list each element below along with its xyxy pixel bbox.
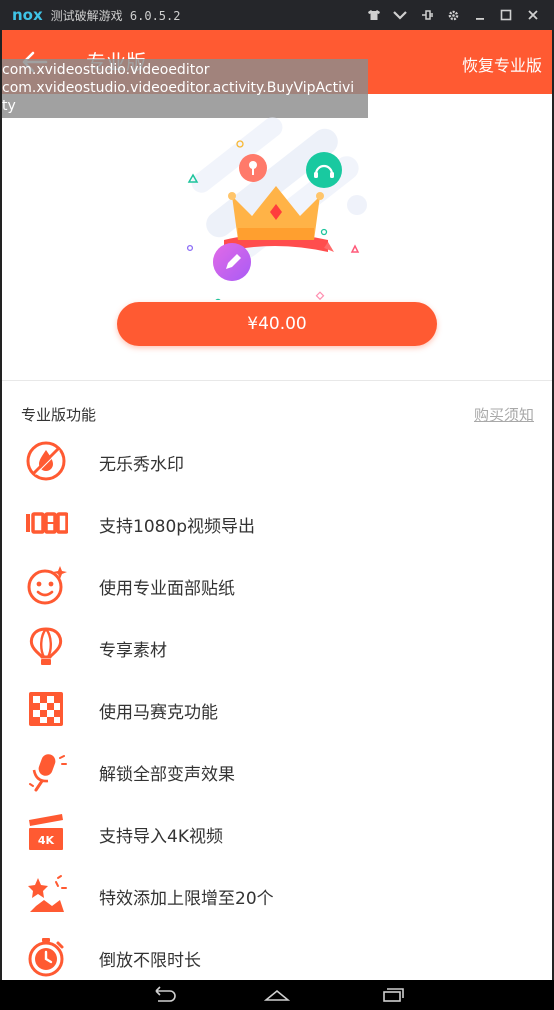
close-icon[interactable] bbox=[520, 6, 547, 24]
feature-label: 专享素材 bbox=[99, 641, 167, 661]
feature-item-face-sticker: 使用专业面部贴纸 bbox=[2, 554, 552, 616]
recents-icon[interactable] bbox=[380, 986, 406, 1004]
feature-item-1080p: 支持1080p视频导出 bbox=[2, 492, 552, 554]
4k-clapper-icon: 4K bbox=[24, 812, 68, 854]
nox-logo: nox bbox=[12, 6, 43, 24]
section-title: 专业版功能 bbox=[21, 406, 97, 424]
maximize-icon[interactable] bbox=[493, 6, 520, 24]
pin-icon[interactable] bbox=[414, 6, 441, 24]
feature-item-4k-import: 4K 支持导入4K视频 bbox=[2, 802, 552, 864]
crown-illustration bbox=[152, 100, 402, 306]
phone-screen: 专业版 恢复专业版 com.xvideostudio.videoeditor c… bbox=[2, 30, 552, 980]
debug-activity-name: com.xvideostudio.videoeditor.activity.Bu… bbox=[2, 80, 355, 96]
feature-item-no-watermark: 无乐秀水印 bbox=[2, 430, 552, 492]
1080p-icon bbox=[24, 502, 69, 544]
minimize-icon[interactable] bbox=[467, 6, 494, 24]
chevron-down-icon[interactable] bbox=[387, 6, 414, 24]
feature-label: 支持导入4K视频 bbox=[99, 827, 223, 847]
no-watermark-icon bbox=[24, 440, 68, 482]
back-icon[interactable] bbox=[150, 986, 176, 1004]
feature-label: 特效添加上限增至20个 bbox=[99, 889, 274, 909]
shirt-icon[interactable] bbox=[361, 6, 388, 24]
face-sticker-icon bbox=[24, 564, 68, 606]
emulator-window: nox 测试破解游戏 6.0.5.2 恢复专业版 com.xvideostudi… bbox=[0, 0, 554, 1010]
feature-label: 倒放不限时长 bbox=[99, 951, 201, 971]
feature-item-exclusive-material: 专享素材 bbox=[2, 616, 552, 678]
svg-text:4K: 4K bbox=[38, 834, 55, 847]
effects-icon bbox=[24, 874, 68, 916]
emulator-title-bar: nox 测试破解游戏 6.0.5.2 bbox=[0, 0, 554, 30]
feature-label: 使用专业面部贴纸 bbox=[99, 579, 235, 599]
feature-item-effects-limit: 特效添加上限增至20个 bbox=[2, 864, 552, 926]
feature-item-voice-change: 解锁全部变声效果 bbox=[2, 740, 552, 802]
feature-label: 使用马赛克功能 bbox=[99, 703, 218, 723]
feature-label: 支持1080p视频导出 bbox=[99, 517, 256, 537]
emulator-title: 测试破解游戏 6.0.5.2 bbox=[50, 8, 181, 23]
feature-label: 无乐秀水印 bbox=[99, 455, 184, 475]
home-icon[interactable] bbox=[263, 986, 291, 1004]
buy-price-button[interactable]: ¥40.00 bbox=[117, 302, 437, 346]
microphone-icon bbox=[24, 750, 68, 792]
android-nav-bar bbox=[0, 980, 554, 1010]
emulator-controls bbox=[361, 6, 547, 24]
purchase-notice-link[interactable]: 购买须知 bbox=[474, 404, 534, 425]
mosaic-icon bbox=[24, 688, 68, 730]
feature-item-mosaic: 使用马赛克功能 bbox=[2, 678, 552, 740]
hot-air-balloon-icon bbox=[24, 626, 68, 668]
section-divider bbox=[2, 380, 552, 381]
feature-item-reverse-unlimited: 倒放不限时长 bbox=[2, 926, 552, 980]
restore-pro-button[interactable]: 恢复专业版 bbox=[462, 52, 542, 76]
feature-label: 解锁全部变声效果 bbox=[99, 765, 235, 785]
debug-package-name: com.xvideostudio.videoeditor bbox=[2, 62, 210, 78]
timer-icon bbox=[24, 936, 68, 978]
gear-icon[interactable] bbox=[440, 6, 467, 24]
